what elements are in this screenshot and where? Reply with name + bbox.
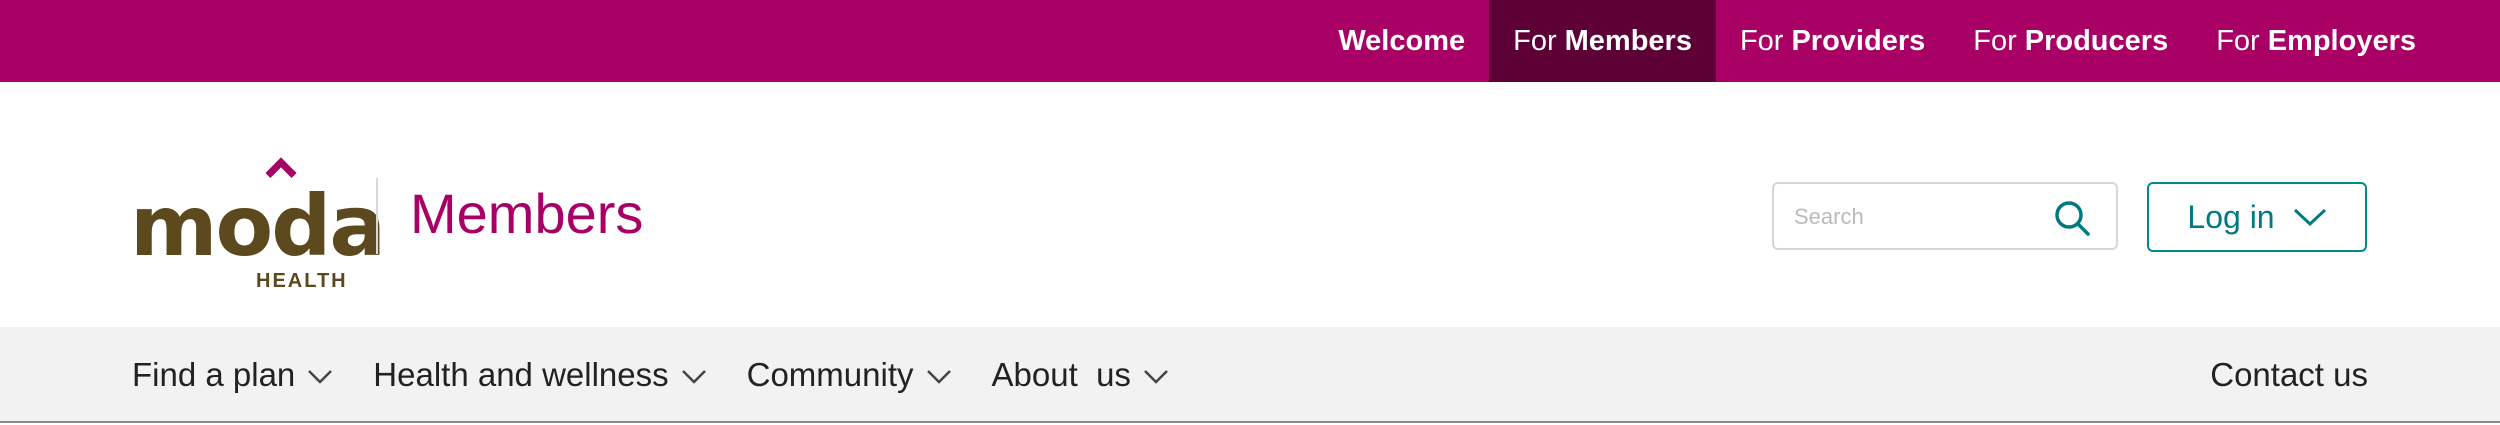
audience-link-members[interactable]: For Members (1489, 0, 1716, 82)
nav-item-label: About us (991, 356, 1131, 393)
logo-subtitle: HEALTH (256, 270, 348, 292)
login-label: Log in (2187, 198, 2275, 235)
chevron-down-icon (681, 370, 706, 384)
logo-divider (376, 178, 378, 254)
audience-link-label: Employers (2267, 24, 2416, 57)
audience-link-label: Producers (2024, 24, 2169, 57)
audience-link-label: Welcome (1338, 24, 1466, 57)
search-icon[interactable] (2052, 198, 2092, 238)
logo-wordmark: moda (130, 177, 386, 275)
nav-item-about-us[interactable]: About us (992, 356, 1169, 394)
audience-link-prefix: For (1973, 24, 2017, 57)
audience-link-label: Members (1564, 24, 1692, 57)
audience-link-prefix: For (1513, 24, 1557, 57)
top-bar: Welcome For Members For Providers For Pr… (0, 0, 2500, 82)
search-input[interactable] (1794, 198, 2044, 236)
audience-link-employers[interactable]: For Employers (2192, 0, 2440, 82)
nav-item-find-a-plan[interactable]: Find a plan (132, 356, 333, 394)
section-title: Members (410, 182, 644, 245)
login-button[interactable]: Log in (2147, 182, 2367, 252)
nav-item-community[interactable]: Community (747, 356, 952, 394)
audience-nav: Welcome For Members For Providers For Pr… (1314, 0, 2440, 82)
audience-link-welcome[interactable]: Welcome (1314, 0, 1489, 82)
audience-link-providers[interactable]: For Providers (1716, 0, 1949, 82)
moda-health-logo[interactable]: moda HEALTH (130, 157, 386, 352)
audience-link-label: Providers (1791, 24, 1926, 57)
site-header: moda HEALTH Members Log in (0, 82, 2500, 327)
nav-item-health-and-wellness[interactable]: Health and wellness (373, 356, 706, 394)
chevron-down-icon (1144, 370, 1168, 384)
chevron-down-icon (2293, 208, 2326, 227)
chevron-down-icon (926, 370, 951, 384)
main-nav: Find a plan Health and wellness Communit… (0, 327, 2500, 423)
nav-item-label: Health and wellness (373, 356, 669, 393)
nav-item-label: Community (746, 356, 914, 393)
audience-link-producers[interactable]: For Producers (1949, 0, 2192, 82)
search-box (1772, 182, 2118, 250)
audience-link-prefix: For (2216, 24, 2260, 57)
contact-us-link[interactable]: Contact us (2210, 327, 2368, 423)
chevron-down-icon (308, 370, 333, 384)
audience-link-prefix: For (1739, 24, 1784, 57)
nav-item-label: Find a plan (132, 356, 296, 393)
